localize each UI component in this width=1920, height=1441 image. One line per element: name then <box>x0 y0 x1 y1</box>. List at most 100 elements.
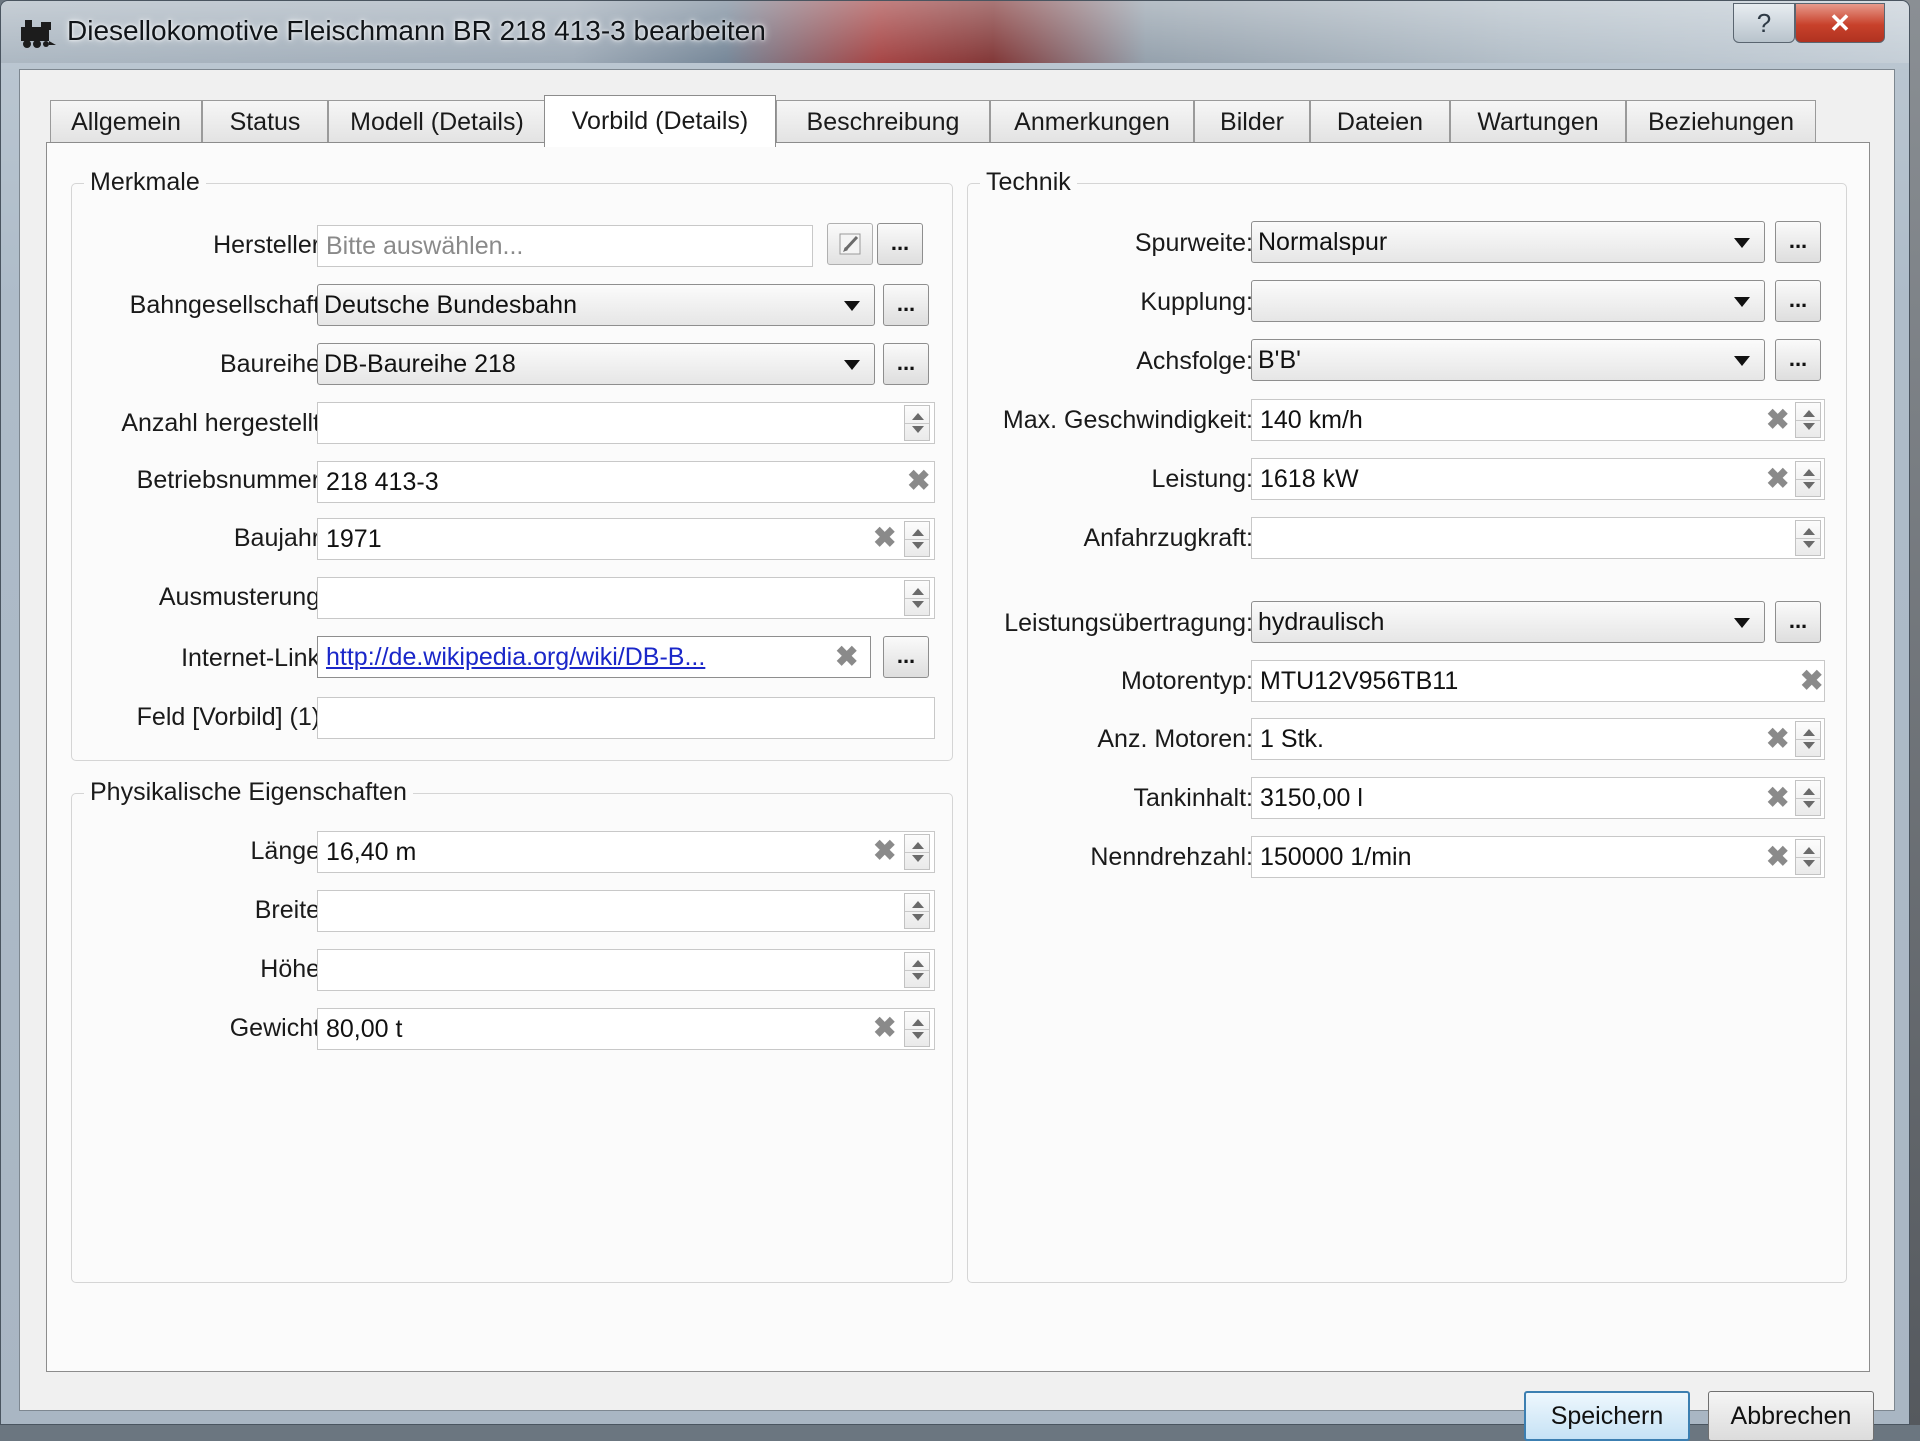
anzahl-spinner[interactable] <box>904 405 930 441</box>
laenge-field[interactable]: 16,40 m <box>317 831 935 873</box>
tankinhalt-field[interactable]: 3150,00 l <box>1251 777 1825 819</box>
clear-icon[interactable]: ✖ <box>1800 667 1823 695</box>
tab-allgemein[interactable]: Allgemein <box>50 100 202 144</box>
baujahr-spinner[interactable] <box>904 521 930 557</box>
label-feld-vorbild: Feld [Vorbild] (1): <box>136 703 327 731</box>
label-betriebsnummer: Betriebsnummer: <box>136 466 327 494</box>
achsfolge-select[interactable]: B'B' <box>1251 339 1765 381</box>
bahngesellschaft-more-button[interactable]: ... <box>883 284 929 326</box>
anfahrzugkraft-field[interactable] <box>1251 517 1825 559</box>
betriebsnummer-field[interactable]: 218 413-3 <box>317 461 935 503</box>
label-anzahl-hergestellt: Anzahl hergestellt: <box>121 409 327 437</box>
label-bahngesellschaft: Bahngesellschaft: <box>129 291 327 319</box>
label-motorentyp: Motorentyp: <box>1120 667 1253 695</box>
edit-hersteller-button[interactable] <box>827 223 873 265</box>
gewicht-field[interactable]: 80,00 t <box>317 1008 935 1050</box>
anfahrzugkraft-spinner[interactable] <box>1795 520 1821 556</box>
clear-icon[interactable]: ✖ <box>873 837 896 865</box>
clear-icon[interactable]: ✖ <box>873 1014 896 1042</box>
tab-bilder[interactable]: Bilder <box>1194 100 1310 144</box>
anzahl-hergestellt-field[interactable] <box>317 402 935 444</box>
clear-icon[interactable]: ✖ <box>835 643 858 671</box>
leistungsuebertragung-select[interactable]: hydraulisch <box>1251 601 1765 643</box>
anz-motoren-spinner[interactable] <box>1795 721 1821 757</box>
ausmusterung-spinner[interactable] <box>904 580 930 616</box>
leistung-spinner[interactable] <box>1795 461 1821 497</box>
tab-panel-vorbild: Merkmale Physikalische Eigenschaften Tec… <box>46 142 1870 1372</box>
label-gewicht: Gewicht: <box>229 1014 327 1042</box>
tab-beschreibung[interactable]: Beschreibung <box>776 100 990 144</box>
hoehe-spinner[interactable] <box>904 952 930 988</box>
chevron-down-icon <box>844 360 860 370</box>
label-laenge: Länge: <box>250 837 327 865</box>
pencil-icon <box>839 233 861 255</box>
laenge-spinner[interactable] <box>904 834 930 870</box>
label-max-geschwindigkeit: Max. Geschwindigkeit: <box>1002 406 1253 434</box>
close-button[interactable]: ✕ <box>1795 3 1885 43</box>
leistung-field[interactable]: 1618 kW <box>1251 458 1825 500</box>
tab-dateien[interactable]: Dateien <box>1310 100 1450 144</box>
bahngesellschaft-value: Deutsche Bundesbahn <box>324 290 577 319</box>
geschwindigkeit-spinner[interactable] <box>1795 402 1821 438</box>
ausmusterung-field[interactable] <box>317 577 935 619</box>
breite-field[interactable] <box>317 890 935 932</box>
clear-icon[interactable]: ✖ <box>1766 725 1789 753</box>
hersteller-field[interactable]: Bitte auswählen... <box>317 225 813 267</box>
chevron-down-icon <box>1734 618 1750 628</box>
breite-spinner[interactable] <box>904 893 930 929</box>
tab-modell-details[interactable]: Modell (Details) <box>328 100 546 144</box>
dialog-client-area: Allgemein Status Modell (Details) Vorbil… <box>19 69 1895 1441</box>
tab-wartungen[interactable]: Wartungen <box>1450 100 1626 144</box>
window-title: Diesellokomotive Fleischmann BR 218 413-… <box>67 15 766 46</box>
spurweite-select[interactable]: Normalspur <box>1251 221 1765 263</box>
spurweite-value: Normalspur <box>1258 227 1388 256</box>
label-spurweite: Spurweite: <box>1134 229 1253 257</box>
feld-vorbild-field[interactable] <box>317 697 935 739</box>
tab-vorbild-details[interactable]: Vorbild (Details) <box>544 95 776 147</box>
baureihe-select[interactable]: DB-Baureihe 218 <box>317 343 875 385</box>
cancel-button[interactable]: Abbrechen <box>1708 1391 1874 1441</box>
baureihe-more-button[interactable]: ... <box>883 343 929 385</box>
tab-status[interactable]: Status <box>202 100 328 144</box>
clear-icon[interactable]: ✖ <box>907 467 930 495</box>
kupplung-select[interactable] <box>1251 280 1765 322</box>
kupplung-more-button[interactable]: ... <box>1775 280 1821 322</box>
help-button[interactable]: ? <box>1733 3 1795 43</box>
chevron-down-icon <box>1734 356 1750 366</box>
tankinhalt-spinner[interactable] <box>1795 780 1821 816</box>
label-achsfolge: Achsfolge: <box>1136 347 1253 375</box>
locomotive-icon <box>21 20 56 48</box>
tab-anmerkungen[interactable]: Anmerkungen <box>990 100 1194 144</box>
dialog-window: Diesellokomotive Fleischmann BR 218 413-… <box>0 0 1910 1441</box>
achsfolge-value: B'B' <box>1258 345 1301 374</box>
label-anz-motoren: Anz. Motoren: <box>1097 725 1253 753</box>
anz-motoren-field[interactable]: 1 Stk. <box>1251 718 1825 760</box>
hersteller-more-button[interactable]: ... <box>877 223 923 265</box>
internet-link-more-button[interactable]: ... <box>883 636 929 678</box>
clear-icon[interactable]: ✖ <box>1766 406 1789 434</box>
save-button[interactable]: Speichern <box>1524 1391 1690 1441</box>
baujahr-field[interactable]: 1971 <box>317 518 935 560</box>
achsfolge-more-button[interactable]: ... <box>1775 339 1821 381</box>
chevron-down-icon <box>844 301 860 311</box>
max-geschwindigkeit-field[interactable]: 140 km/h <box>1251 399 1825 441</box>
bahngesellschaft-select[interactable]: Deutsche Bundesbahn <box>317 284 875 326</box>
clear-icon[interactable]: ✖ <box>873 524 896 552</box>
chevron-down-icon <box>1734 297 1750 307</box>
nenndrehzahl-field[interactable]: 150000 1/min <box>1251 836 1825 878</box>
label-leistung: Leistung: <box>1151 465 1253 493</box>
spurweite-more-button[interactable]: ... <box>1775 221 1821 263</box>
leistungsuebertragung-value: hydraulisch <box>1258 607 1385 636</box>
clear-icon[interactable]: ✖ <box>1766 843 1789 871</box>
motorentyp-field[interactable]: MTU12V956TB11 <box>1251 660 1825 702</box>
tab-beziehungen[interactable]: Beziehungen <box>1626 100 1816 144</box>
label-leistungsuebertragung: Leistungsübertragung: <box>1004 609 1253 637</box>
internet-link-field[interactable]: http://de.wikipedia.org/wiki/DB-B... <box>317 636 871 678</box>
leistungsuebertragung-more-button[interactable]: ... <box>1775 601 1821 643</box>
gewicht-spinner[interactable] <box>904 1011 930 1047</box>
nenndrehzahl-spinner[interactable] <box>1795 839 1821 875</box>
clear-icon[interactable]: ✖ <box>1766 784 1789 812</box>
label-kupplung: Kupplung: <box>1140 288 1253 316</box>
clear-icon[interactable]: ✖ <box>1766 465 1789 493</box>
hoehe-field[interactable] <box>317 949 935 991</box>
